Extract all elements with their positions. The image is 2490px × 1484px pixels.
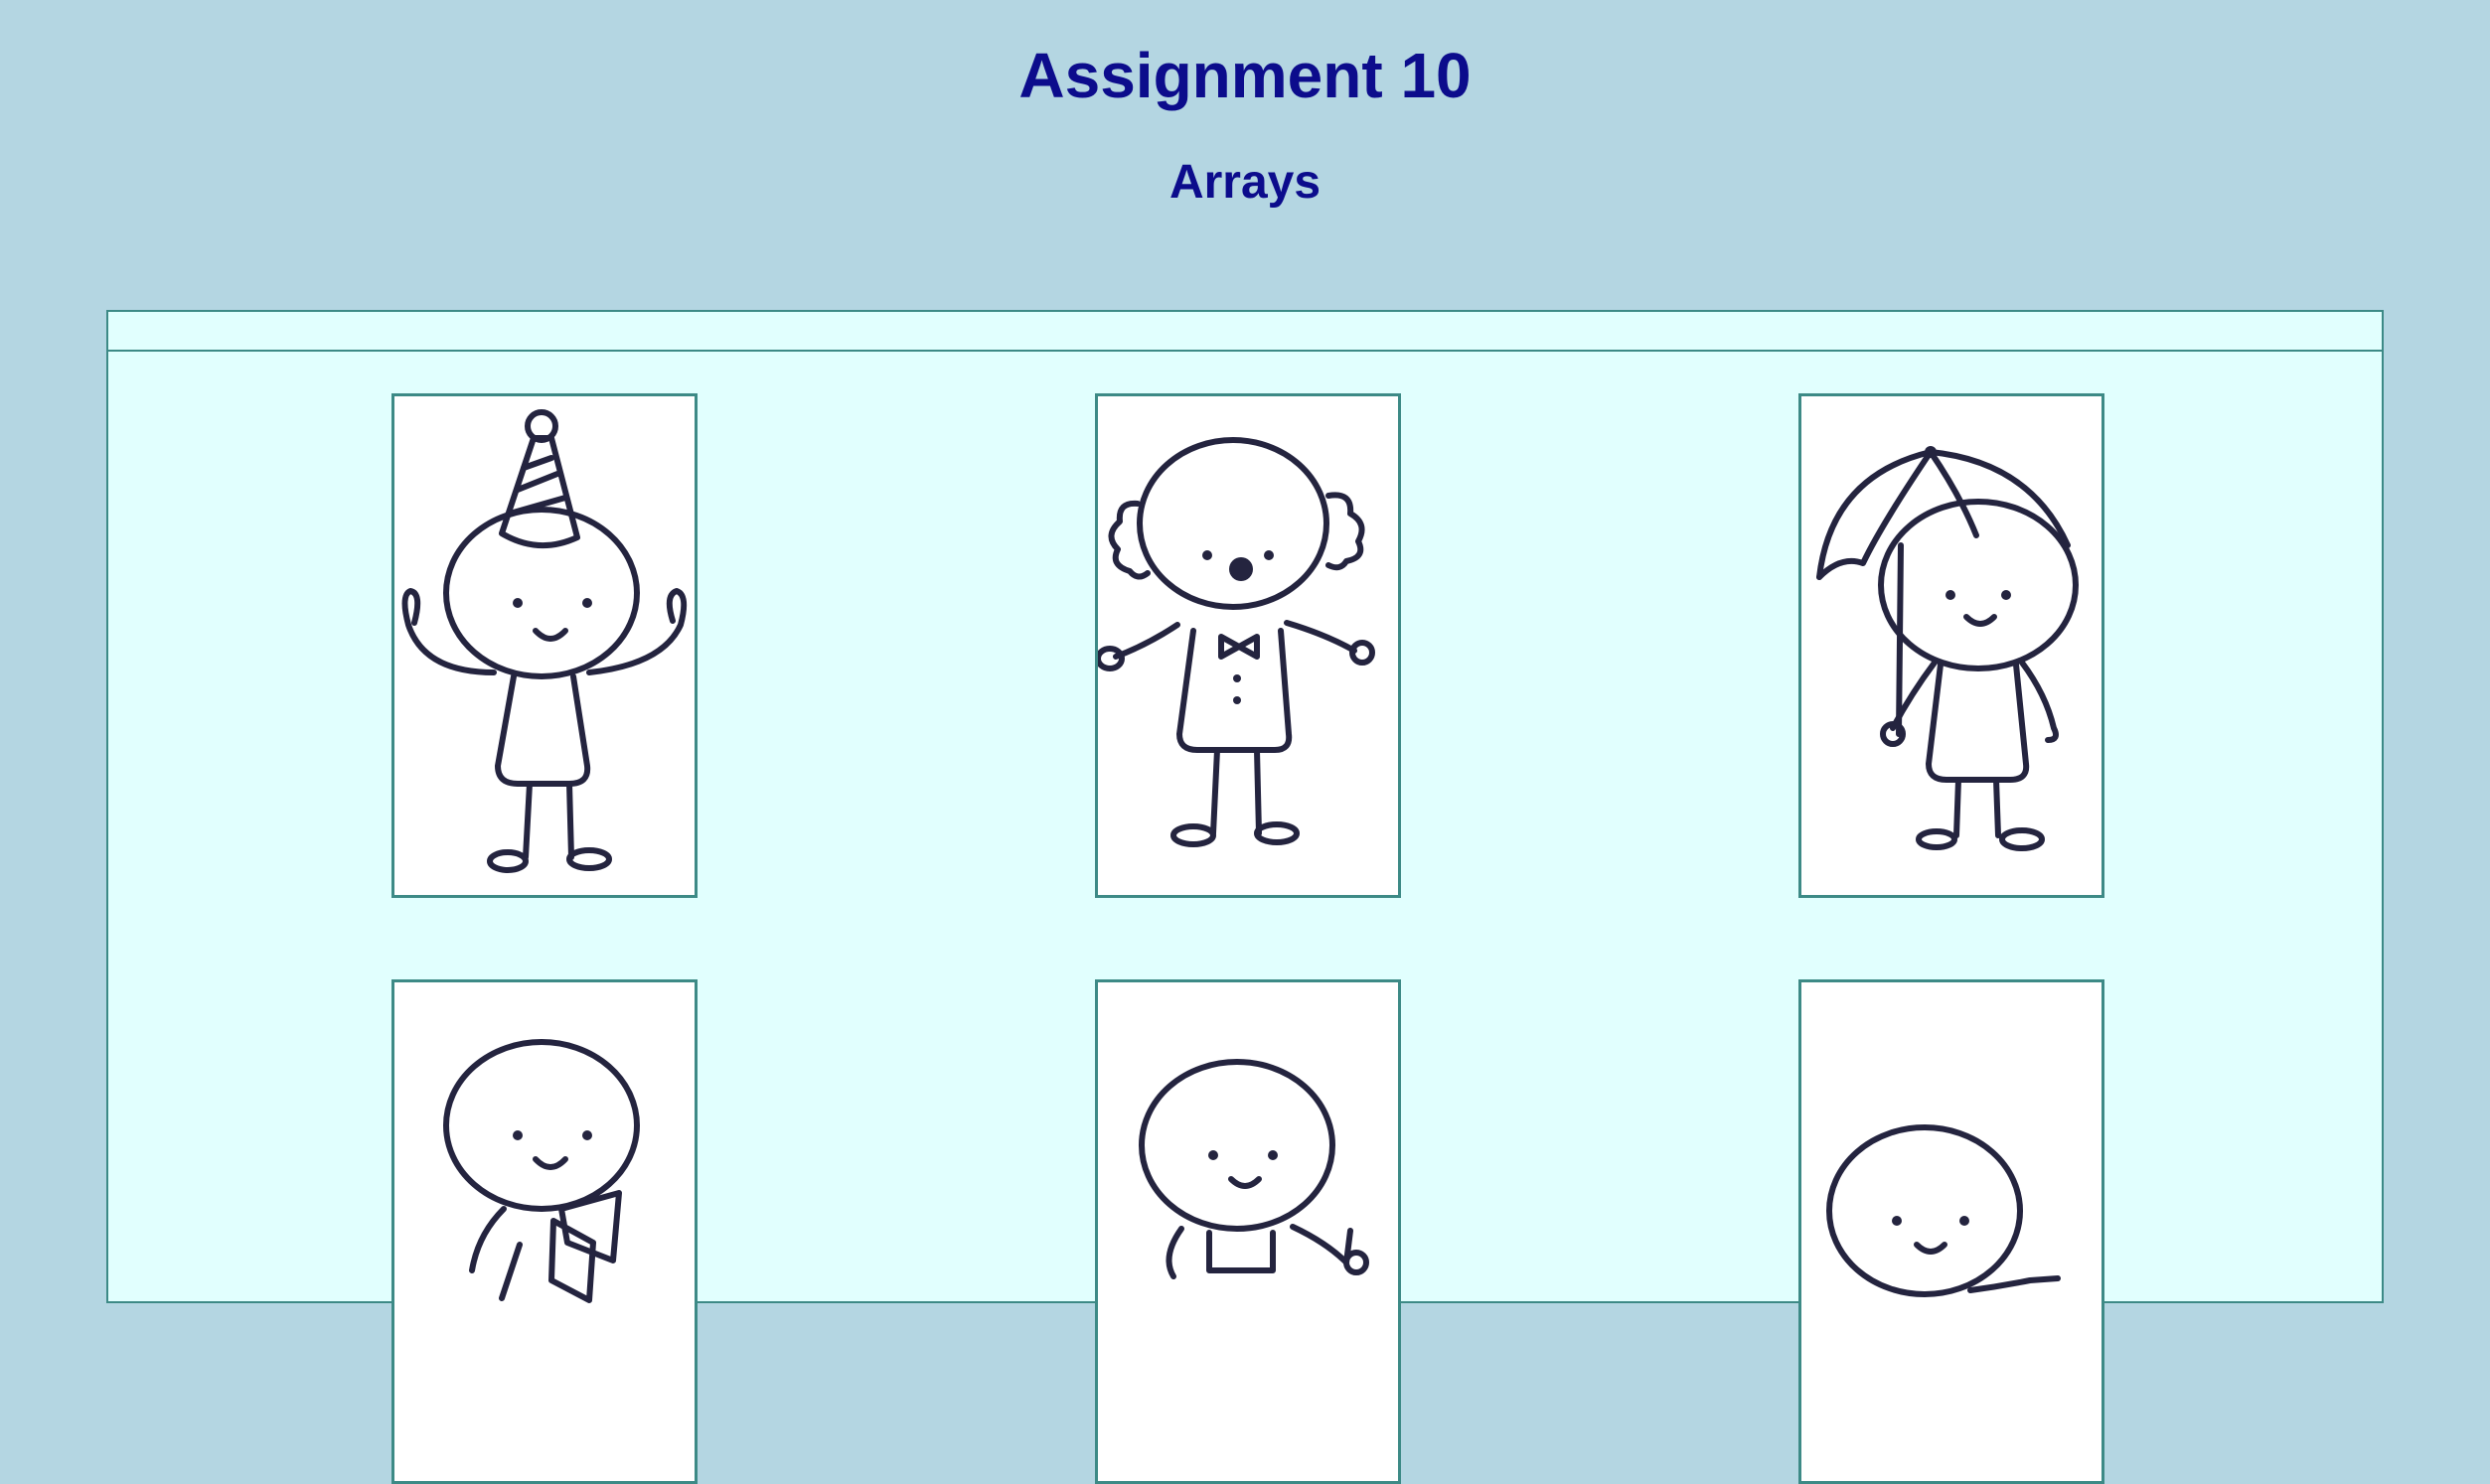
gallery-item-waving[interactable] <box>1798 979 2104 1484</box>
gallery-panel <box>106 310 2384 1484</box>
book-stickman-image <box>443 1039 640 1303</box>
overalls-stickman-image <box>1139 1059 1369 1279</box>
gallery-item-overalls[interactable] <box>1095 979 1401 1484</box>
gallery-panel-header <box>108 312 2382 352</box>
umbrella-stickman-image <box>1816 446 2079 851</box>
page-subtitle: Arrays <box>1168 156 1322 209</box>
page-title: Assignment 10 <box>1018 40 1472 111</box>
waving-stickman-image <box>1826 1124 2061 1297</box>
gallery-item-book[interactable] <box>391 979 698 1484</box>
gallery-item-clown[interactable] <box>1095 393 1401 898</box>
gallery-item-party-hat[interactable] <box>391 393 698 898</box>
party-hat-stickman-image <box>401 409 688 873</box>
clown-stickman-image <box>1098 437 1375 847</box>
gallery-item-umbrella[interactable] <box>1798 393 2104 898</box>
